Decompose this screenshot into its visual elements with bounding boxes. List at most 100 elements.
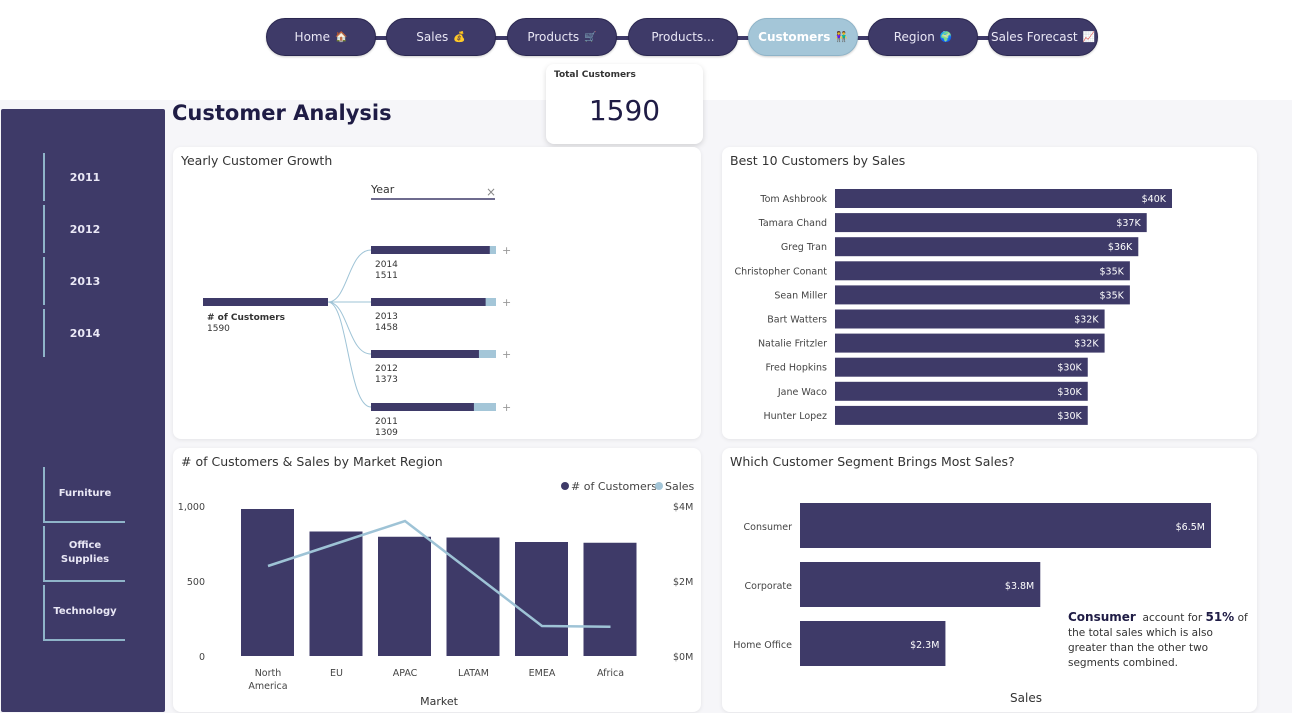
bar <box>835 357 1088 377</box>
node-value-2014: 1511 <box>375 271 398 281</box>
globe-icon: 🌍 <box>939 31 953 43</box>
data-label: $30K <box>1057 387 1082 398</box>
bar-label: Bart Watters <box>767 315 827 326</box>
bar <box>835 333 1105 353</box>
node-value-2011: 1309 <box>375 428 398 438</box>
bar <box>835 309 1105 329</box>
segment-bar-chart: Consumer $6.5M Corporate $3.8M Home Office $2… <box>733 503 1211 705</box>
top10-bar-chart: Tom Ashbrook $40K Tamara Chand $37K Greg Tra… <box>734 189 1172 425</box>
bar-label: Corporate <box>745 581 793 592</box>
nav-button-customers[interactable]: Customers 👫 <box>748 18 858 56</box>
y-tick-right: $4M <box>673 502 693 513</box>
bar <box>515 542 568 656</box>
data-label: $35K <box>1100 266 1125 277</box>
tree-connector <box>327 301 372 355</box>
bar <box>835 237 1139 257</box>
legend-label-sales: Sales <box>665 480 695 493</box>
bar <box>800 503 1211 548</box>
node-value-2013: 1458 <box>375 323 398 333</box>
nav-button-products[interactable]: Products... <box>628 18 738 56</box>
nav-button-region[interactable]: Region 🌍 <box>868 18 978 56</box>
node-value-2012: 1373 <box>375 375 398 385</box>
bar <box>835 381 1088 401</box>
x-axis-label: Market <box>420 695 458 708</box>
kpi-value: 1590 <box>588 94 661 127</box>
bar <box>835 261 1130 281</box>
year-option-2013[interactable]: 2013 <box>45 275 125 288</box>
bar-label: Home Office <box>733 640 792 651</box>
nav-button-sales-forecast[interactable]: Sales Forecast 📈 <box>988 18 1098 56</box>
category-option-technology[interactable]: Technology <box>45 585 125 641</box>
data-label: $2.3M <box>910 640 939 651</box>
panel-market-region: # of Customers & Sales by Market Region … <box>173 448 701 712</box>
expand-icon: + <box>502 348 511 361</box>
root-value: 1590 <box>207 324 230 334</box>
node-bar-2013 <box>371 298 486 306</box>
legend-label-customers: # of Customers <box>571 480 657 493</box>
x-tick: EMEA <box>529 668 556 679</box>
x-tick: APAC <box>393 668 418 679</box>
bar-label: Fred Hopkins <box>766 363 828 374</box>
root-bar <box>203 298 328 306</box>
bar <box>835 405 1088 425</box>
nav-button-label: Customers <box>758 30 831 44</box>
nav-button-home[interactable]: Home 🏠 <box>266 18 376 56</box>
nav-button-products[interactable]: Products 🛒 <box>507 18 617 56</box>
category-option-furniture[interactable]: Furniture <box>45 467 125 523</box>
page-navigation: Home 🏠 Sales 💰 Products 🛒 Products... Customers… <box>264 18 1104 58</box>
year-option-2014[interactable]: 2014 <box>45 327 125 340</box>
segment-callout: Consumer account for 51% of the total sa… <box>1068 610 1248 671</box>
node-bar-2012 <box>371 350 479 358</box>
market-combo-chart: 0 500 1,000 $0M $2M $4M North America EU APAC LATA… <box>178 480 695 708</box>
data-label: $30K <box>1057 363 1082 374</box>
bar <box>583 542 637 656</box>
page-title: Customer Analysis <box>172 101 392 125</box>
data-label: $35K <box>1100 290 1125 301</box>
year-option-2012[interactable]: 2012 <box>45 223 125 236</box>
x-tick: LATAM <box>458 668 489 679</box>
callout-text: account for <box>1142 612 1203 624</box>
node-label-2011: 2011 <box>375 417 398 427</box>
bar <box>378 536 431 656</box>
x-axis-label: Sales <box>1010 691 1042 705</box>
category-option-office-supplies[interactable]: Office Supplies <box>45 526 125 582</box>
nav-button-sales[interactable]: Sales 💰 <box>386 18 496 56</box>
bar-label: Tamara Chand <box>758 218 827 229</box>
y-tick-right: $2M <box>673 577 693 588</box>
year-option-2011[interactable]: 2011 <box>45 171 125 184</box>
x-tick: North <box>255 668 282 679</box>
expand-icon: + <box>502 296 511 309</box>
data-label: $32K <box>1074 339 1099 350</box>
x-tick: America <box>248 681 287 692</box>
expand-icon: + <box>502 244 511 257</box>
bar <box>241 509 294 656</box>
data-label: $36K <box>1108 242 1133 253</box>
legend-marker-sales <box>655 482 663 490</box>
bar-label: Greg Tran <box>781 242 827 253</box>
node-label-2013: 2013 <box>375 312 398 322</box>
nav-button-label: Sales <box>416 30 449 44</box>
y-tick-left: 0 <box>199 652 205 663</box>
tree-connector <box>327 301 372 408</box>
sidebar-filters: 2011 2012 2013 2014 Furniture Office Supplie… <box>1 109 165 712</box>
nav-button-label: Sales Forecast <box>991 30 1078 44</box>
people-icon: 👫 <box>835 31 848 43</box>
nav-button-label: Products <box>527 30 580 44</box>
bar-label: Christopher Conant <box>734 266 827 277</box>
money-bag-icon: 💰 <box>453 31 466 43</box>
panel-yearly-customer-growth: Yearly Customer Growth # of Customers 159… <box>173 147 701 439</box>
expand-icon: + <box>502 401 511 414</box>
bar <box>835 189 1172 208</box>
callout-segment: Consumer <box>1068 610 1136 624</box>
y-tick-right: $0M <box>673 652 693 663</box>
legend-marker-customers <box>561 482 569 490</box>
data-label: $37K <box>1116 218 1141 229</box>
nav-button-label: Products... <box>651 30 715 44</box>
chart-icon: 📈 <box>1082 31 1095 43</box>
kpi-card-total-customers: Total Customers 1590 <box>546 64 703 144</box>
bar-label: Consumer <box>744 522 793 533</box>
tree-connector <box>327 249 372 303</box>
x-tick: EU <box>330 668 343 679</box>
node-bar-2011 <box>371 403 474 411</box>
bar-label: Sean Miller <box>774 290 827 301</box>
